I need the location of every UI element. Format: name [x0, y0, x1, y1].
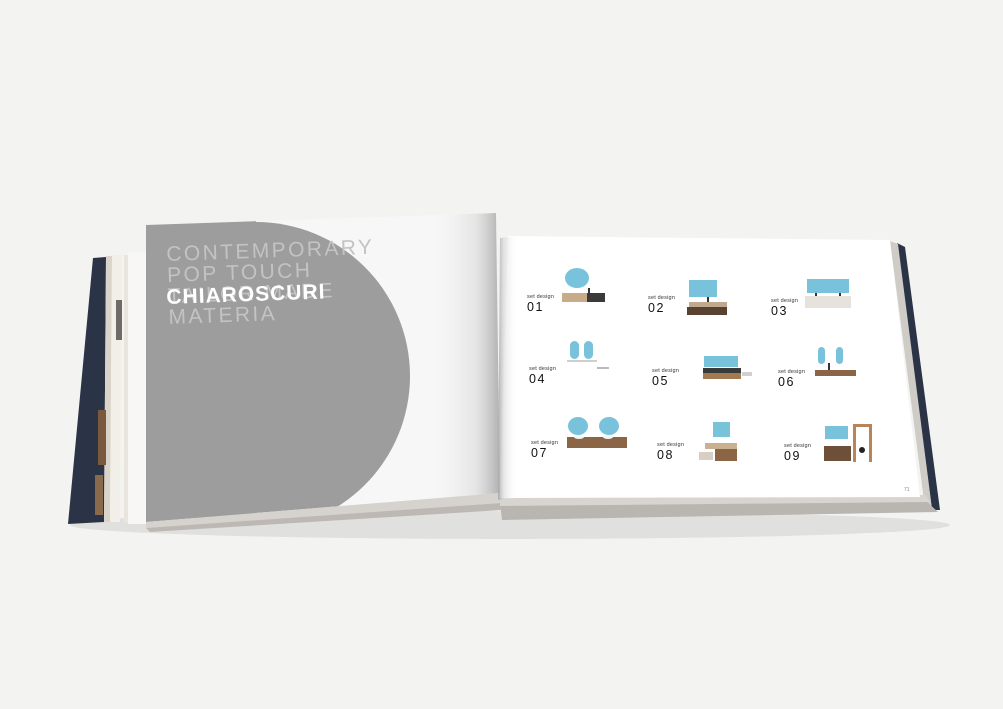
set-design-04: set design 04: [529, 366, 556, 386]
set-design-number: 05: [652, 374, 670, 388]
set-design-01: set design 01: [527, 294, 554, 314]
set-design-07: set design 07: [531, 440, 558, 460]
set-design-number: 09: [784, 449, 802, 463]
left-cover: [68, 252, 146, 524]
set-design-number: 01: [527, 300, 545, 314]
set-design-number: 03: [771, 304, 789, 318]
set-design-02: set design 02: [648, 295, 675, 315]
set-design-number: 02: [648, 301, 666, 315]
set-design-05: set design 05: [652, 368, 679, 388]
set-design-03: set design 03: [771, 298, 798, 318]
page-number: 71: [904, 487, 910, 493]
set-design-number: 07: [531, 446, 549, 460]
set-design-09: set design 09: [784, 443, 811, 463]
set-design-number: 08: [657, 448, 675, 462]
book-photo: [68, 213, 950, 539]
set-design-08: set design 08: [657, 442, 684, 462]
set-design-06: set design 06: [778, 369, 805, 389]
set-design-number: 04: [529, 372, 547, 386]
set-design-number: 06: [778, 375, 796, 389]
